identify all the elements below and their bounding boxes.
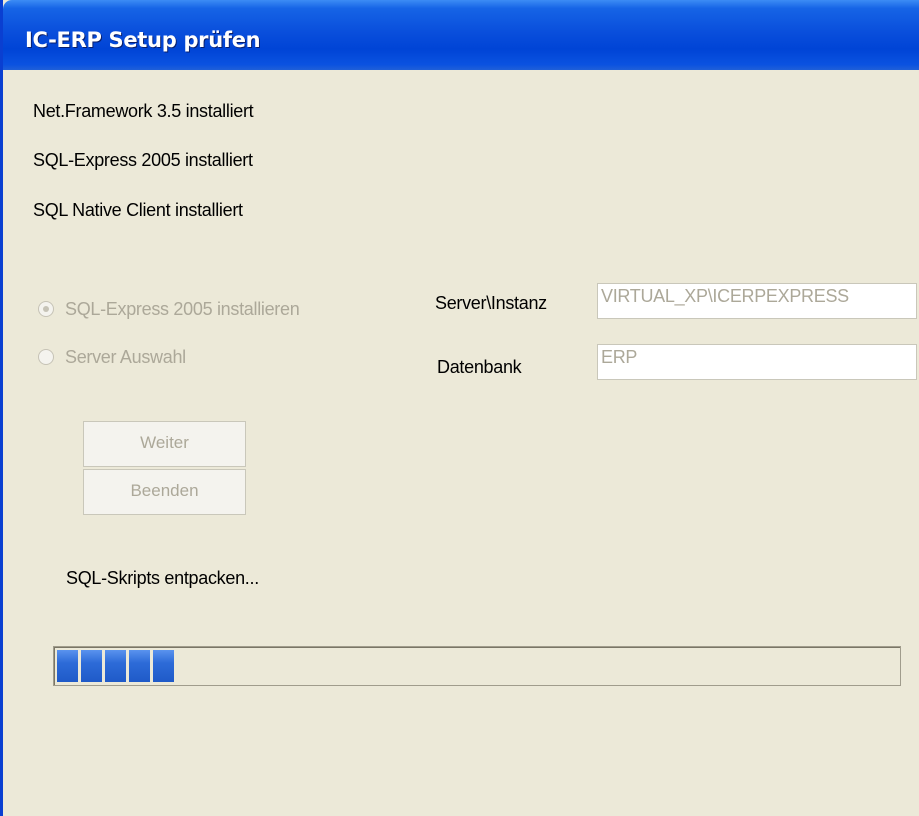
progress-segment [105, 650, 126, 682]
progress-segment [129, 650, 150, 682]
server-instance-label: Server\Instanz [435, 293, 547, 313]
database-field[interactable]: ERP [597, 344, 917, 380]
window-content: Net.Framework 3.5 installiert SQL-Expres… [3, 70, 919, 816]
status-dotnet: Net.Framework 3.5 installiert [33, 101, 254, 121]
quit-button[interactable]: Beenden [83, 469, 246, 515]
title-bar[interactable]: IC-ERP Setup prüfen [3, 0, 919, 70]
server-instance-field[interactable]: VIRTUAL_XP\ICERPEXPRESS [597, 283, 917, 319]
progress-message: SQL-Skripts entpacken... [66, 568, 259, 588]
next-button[interactable]: Weiter [83, 421, 246, 467]
setup-window: IC-ERP Setup prüfen Net.Framework 3.5 in… [0, 0, 919, 816]
progress-segment [153, 650, 174, 682]
progress-segment [81, 650, 102, 682]
database-label: Datenbank [437, 357, 522, 377]
progress-fill [57, 650, 174, 682]
radio-install-express-label[interactable]: SQL-Express 2005 installieren [65, 299, 300, 320]
status-native-client: SQL Native Client installiert [33, 200, 243, 220]
status-sqlexpress: SQL-Express 2005 installiert [33, 150, 253, 170]
radio-selected-dot [43, 306, 49, 312]
radio-server-select-label[interactable]: Server Auswahl [65, 347, 186, 368]
window-title: IC-ERP Setup prüfen [25, 28, 261, 52]
radio-server-select[interactable] [38, 349, 54, 365]
progress-bar [53, 646, 901, 686]
radio-install-express[interactable] [38, 301, 54, 317]
progress-segment [57, 650, 78, 682]
